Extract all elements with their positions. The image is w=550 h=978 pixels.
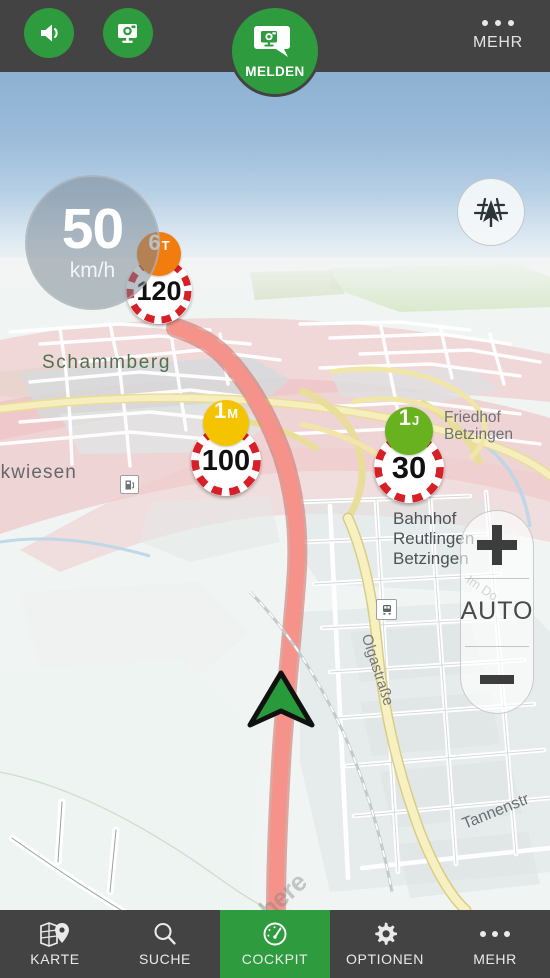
map-canvas[interactable]: Schammberg ckwiesen Friedhof Betzingen B…: [0, 72, 550, 910]
three-dots-icon: [482, 20, 514, 26]
marker-badge-value: 1: [213, 398, 227, 423]
nav-item-karte[interactable]: KARTE: [0, 910, 110, 978]
current-speed-value: 50: [61, 196, 124, 261]
speed-camera-icon: [118, 24, 137, 43]
marker-badge-value: 1: [398, 405, 411, 430]
top-more-label: MEHR: [473, 34, 523, 51]
nav-label-mehr: MEHR: [473, 951, 517, 967]
marker-badge-time: 1 J: [385, 407, 433, 455]
nav-label-karte: KARTE: [30, 951, 80, 967]
minus-icon: [480, 674, 514, 684]
nav-item-optionen[interactable]: OPTIONEN: [330, 910, 440, 978]
zoom-auto-button[interactable]: AUTO: [461, 578, 533, 645]
speaker-icon: [41, 24, 58, 42]
top-more-button[interactable]: MEHR: [452, 6, 544, 66]
nav-item-cockpit[interactable]: COCKPIT: [220, 910, 330, 978]
zoom-auto-label: AUTO: [460, 597, 534, 626]
zoom-in-button[interactable]: [461, 511, 533, 578]
current-position-arrow-icon: [246, 669, 316, 734]
zoom-out-button[interactable]: [461, 645, 533, 713]
gear-icon: [375, 922, 397, 945]
map-perspective-toggle-button[interactable]: [457, 178, 525, 246]
zoom-control[interactable]: AUTO: [460, 510, 534, 714]
bottom-navigation-bar: KARTE SUCHE COCKPIT OPTIONEN MEHR: [0, 910, 550, 978]
search-icon: [154, 922, 176, 945]
top-toolbar: MELDEN MEHR: [0, 0, 550, 97]
train-station-icon[interactable]: [376, 599, 397, 620]
map-perspective-arrow-icon: [473, 197, 509, 227]
speed-camera-marker-30[interactable]: 30 1 J: [372, 407, 446, 513]
current-speed-display: 50 km/h: [25, 175, 160, 310]
volume-button[interactable]: [24, 8, 74, 58]
nav-item-suche[interactable]: SUCHE: [110, 910, 220, 978]
speedometer-icon: [263, 922, 287, 946]
report-button-label: MELDEN: [245, 63, 305, 79]
report-button[interactable]: MELDEN: [229, 5, 321, 97]
nav-label-optionen: OPTIONEN: [346, 951, 424, 967]
navigation-app-screen: Schammberg ckwiesen Friedhof Betzingen B…: [0, 0, 550, 978]
current-speed-unit: km/h: [69, 258, 116, 282]
marker-badge-unit: J: [412, 413, 420, 428]
report-speed-camera-bubble-icon: [254, 25, 290, 57]
marker-badge-unit: T: [161, 238, 170, 253]
marker-badge-unit: M: [227, 406, 239, 421]
marker-badge-time: 1 M: [203, 400, 249, 446]
map-pin-icon: [40, 922, 69, 947]
three-dots-icon: [480, 921, 510, 947]
speed-camera-marker-100[interactable]: 100 1 M: [189, 400, 263, 506]
plus-icon: [477, 524, 517, 565]
speed-limit-value: 100: [201, 444, 251, 477]
fuel-station-icon[interactable]: [120, 475, 139, 494]
speed-camera-button[interactable]: [103, 8, 153, 58]
speed-limit-value: 30: [391, 450, 427, 485]
nav-label-suche: SUCHE: [138, 951, 191, 967]
nav-item-mehr[interactable]: MEHR: [440, 910, 550, 978]
nav-label-cockpit: COCKPIT: [241, 951, 309, 967]
